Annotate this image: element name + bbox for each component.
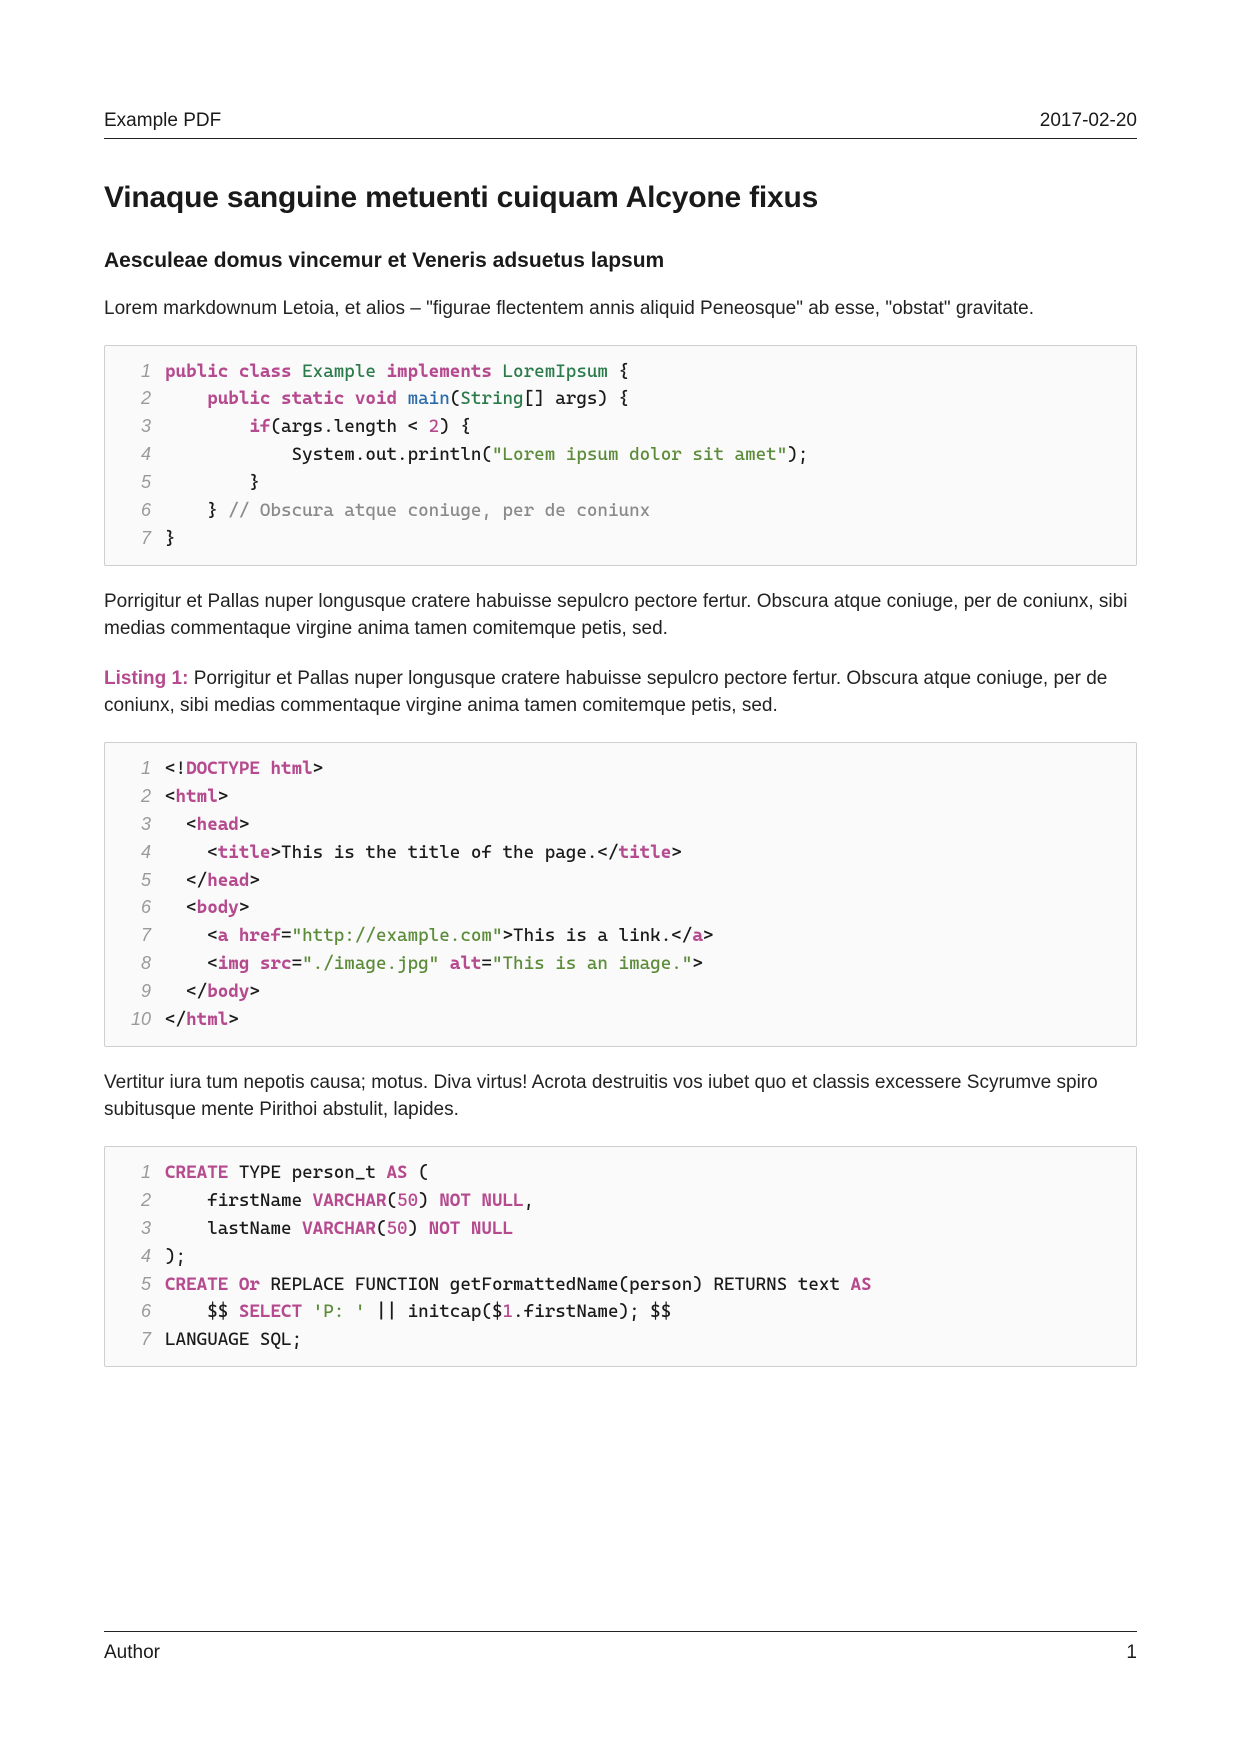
code-line: 1 <!DOCTYPE html> [119,755,1122,783]
heading-2: Aesculeae domus vincemur et Veneris adsu… [104,249,1137,273]
code-content: lastName VARCHAR(50) NOT NULL [165,1215,1122,1243]
line-number: 5 [119,469,151,497]
line-number: 1 [119,1159,151,1187]
code-block-html: 1<!DOCTYPE html>2<html>3 <head>4 <title>… [104,742,1137,1047]
code-line: 2 public static void main(String[] args)… [119,385,1122,413]
line-number: 8 [119,950,151,978]
code-content: <img src="./image.jpg" alt="This is an i… [165,950,1122,978]
header-date: 2017-02-20 [1040,110,1137,132]
code-content: <html> [165,783,1122,811]
page-footer: Author 1 [104,1631,1137,1664]
line-number: 4 [119,441,151,469]
line-number: 2 [119,385,151,413]
line-number: 1 [119,358,151,386]
code-line: 6 $$ SELECT 'P: ' || initcap($1.firstNam… [119,1298,1122,1326]
listing-caption: Listing 1: Porrigitur et Pallas nuper lo… [104,665,1137,720]
code-line: 7} [119,525,1122,553]
line-number: 10 [119,1006,151,1034]
listing-label: Listing 1: [104,668,188,689]
paragraph-2: Porrigitur et Pallas nuper longusque cra… [104,588,1137,643]
code-line: 4); [119,1243,1122,1271]
code-line: 9 </body> [119,978,1122,1006]
code-content: </body> [165,978,1122,1006]
paragraph-1: Lorem markdownum Letoia, et alios – "fig… [104,295,1137,323]
code-line: 8 <img src="./image.jpg" alt="This is an… [119,950,1122,978]
code-content: LANGUAGE SQL; [165,1326,1122,1354]
footer-author: Author [104,1642,160,1664]
code-content: $$ SELECT 'P: ' || initcap($1.firstName)… [165,1298,1122,1326]
code-content: CREATE TYPE person_t AS ( [165,1159,1122,1187]
line-number: 7 [119,1326,151,1354]
code-line: 10 </html> [119,1006,1122,1034]
code-line: 2 firstName VARCHAR(50) NOT NULL, [119,1187,1122,1215]
code-content: <body> [165,894,1122,922]
code-content: public class Example implements LoremIps… [165,358,1122,386]
code-line: 7 <a href="http://example.com">This is a… [119,922,1122,950]
code-block-sql: 1CREATE TYPE person_t AS (2 firstName VA… [104,1146,1137,1367]
code-content: <!DOCTYPE html> [165,755,1122,783]
line-number: 5 [119,867,151,895]
code-content: } // Obscura atque coniuge, per de coniu… [165,497,1122,525]
page-header: Example PDF 2017-02-20 [104,110,1137,139]
footer-page-number: 1 [1126,1642,1137,1664]
code-line: 1 public class Example implements LoremIp… [119,358,1122,386]
code-block-java: 1 public class Example implements LoremIp… [104,345,1137,566]
line-number: 6 [119,1298,151,1326]
code-line: 3 lastName VARCHAR(50) NOT NULL [119,1215,1122,1243]
code-line: 6 <body> [119,894,1122,922]
code-line: 5 </head> [119,867,1122,895]
code-content: System.out.println("Lorem ipsum dolor si… [165,441,1122,469]
code-content: <head> [165,811,1122,839]
code-line: 6 } // Obscura atque coniuge, per de con… [119,497,1122,525]
code-line: 3 if(args.length < 2) { [119,413,1122,441]
code-content: public static void main(String[] args) { [165,385,1122,413]
line-number: 4 [119,839,151,867]
code-line: 3 <head> [119,811,1122,839]
line-number: 5 [119,1271,151,1299]
line-number: 6 [119,497,151,525]
code-content: } [165,525,1122,553]
line-number: 2 [119,783,151,811]
paragraph-3: Vertitur iura tum nepotis causa; motus. … [104,1069,1137,1124]
code-content: </html> [165,1006,1122,1034]
listing-caption-text: Porrigitur et Pallas nuper longusque cra… [104,668,1107,717]
line-number: 9 [119,978,151,1006]
line-number: 1 [119,755,151,783]
line-number: 4 [119,1243,151,1271]
code-line: 5 CREATE Or REPLACE FUNCTION getFormatted… [119,1271,1122,1299]
line-number: 6 [119,894,151,922]
header-title: Example PDF [104,110,221,132]
line-number: 3 [119,811,151,839]
code-line: 2 <html> [119,783,1122,811]
code-content: CREATE Or REPLACE FUNCTION getFormattedN… [165,1271,1122,1299]
code-content: firstName VARCHAR(50) NOT NULL, [165,1187,1122,1215]
line-number: 2 [119,1187,151,1215]
heading-1: Vinaque sanguine metuenti cuiquam Alcyon… [104,181,1137,215]
code-line: 5 } [119,469,1122,497]
code-content: if(args.length < 2) { [165,413,1122,441]
line-number: 7 [119,922,151,950]
code-content: </head> [165,867,1122,895]
code-line: 4 <title>This is the title of the page.<… [119,839,1122,867]
page: Example PDF 2017-02-20 Vinaque sanguine … [0,0,1241,1367]
line-number: 3 [119,413,151,441]
code-line: 1 CREATE TYPE person_t AS ( [119,1159,1122,1187]
code-line: 4 System.out.println("Lorem ipsum dolor … [119,441,1122,469]
code-line: 7 LANGUAGE SQL; [119,1326,1122,1354]
line-number: 3 [119,1215,151,1243]
code-content: <title>This is the title of the page.</t… [165,839,1122,867]
code-content: ); [165,1243,1122,1271]
line-number: 7 [119,525,151,553]
code-content: <a href="http://example.com">This is a l… [165,922,1122,950]
code-content: } [165,469,1122,497]
